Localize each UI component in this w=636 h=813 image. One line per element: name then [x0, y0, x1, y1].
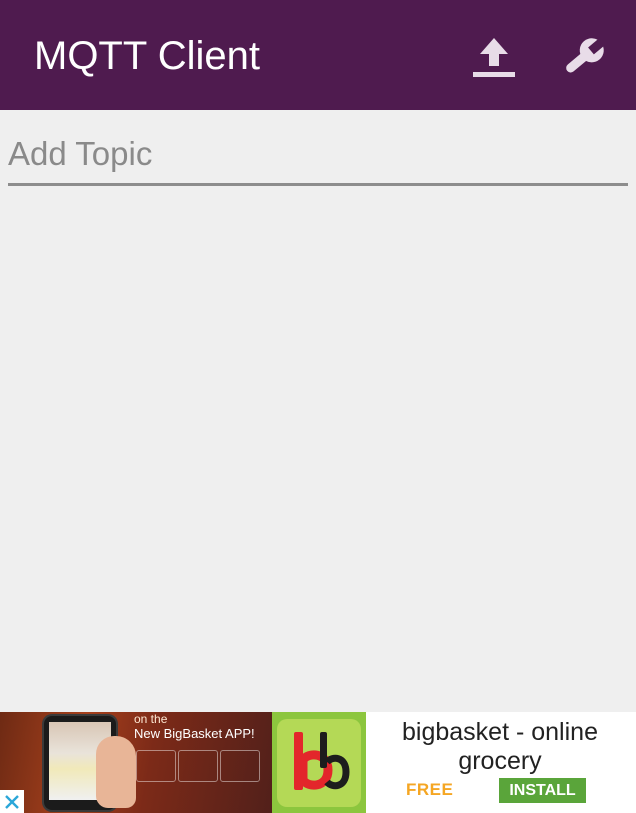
upload-icon: [473, 38, 515, 77]
ad-price-label: FREE: [406, 780, 454, 799]
ad-hand-graphic: [96, 736, 136, 808]
ad-caption-line-2: New BigBasket APP!: [134, 726, 255, 741]
ad-banner[interactable]: on the New BigBasket APP! bigbasket - on…: [0, 712, 636, 813]
ad-feature-tile: [220, 750, 260, 782]
ad-install-button[interactable]: INSTALL: [499, 778, 586, 803]
ad-feature-tile: [136, 750, 176, 782]
ad-feature-tile: [178, 750, 218, 782]
ad-image[interactable]: on the New BigBasket APP!: [0, 712, 272, 813]
wrench-icon: [566, 38, 605, 73]
bigbasket-logo-icon: [294, 731, 350, 790]
ad-logo[interactable]: [272, 712, 366, 813]
ad-caption-line-1: on the: [134, 712, 168, 726]
ad-close-button[interactable]: [0, 790, 24, 813]
ad-headline[interactable]: bigbasket - online grocery: [380, 718, 620, 776]
upload-button[interactable]: [463, 26, 525, 88]
settings-button[interactable]: [552, 26, 614, 88]
add-topic-input[interactable]: [8, 130, 628, 186]
app-bar: MQTT Client: [0, 0, 636, 110]
app-title: MQTT Client: [34, 34, 260, 78]
close-icon: [5, 794, 19, 809]
